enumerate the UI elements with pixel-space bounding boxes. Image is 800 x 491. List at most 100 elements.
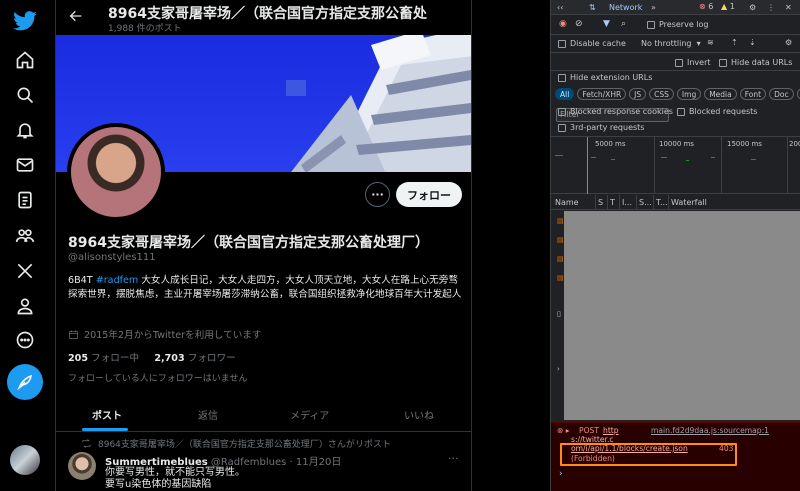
tab-media[interactable]: メディア — [290, 407, 329, 422]
building-image — [286, 35, 471, 172]
third-party-checkbox[interactable]: 3rd-party requests — [558, 123, 644, 132]
tab-posts[interactable]: ポスト — [92, 407, 122, 422]
network-toolbar-2: Disable cache No throttling ▾ ≋ ⇡ ⇣ ⚙ — [551, 35, 800, 53]
chevron-right-icon[interactable]: » — [651, 3, 656, 12]
chip-js[interactable]: JS — [629, 88, 647, 100]
resource-type-filters: AllFetch/XHRJSCSSImgMediaFontDocWS — [555, 88, 800, 100]
tab-network[interactable]: Network — [609, 3, 642, 12]
blocked-requests-label: Blocked requests — [689, 107, 758, 116]
search-icon[interactable] — [12, 82, 38, 108]
request-type-icon: ▤ — [557, 236, 564, 244]
invert-checkbox[interactable]: Invert — [675, 58, 711, 67]
column-name[interactable]: Name — [555, 198, 579, 207]
timeline-bar — [555, 155, 563, 156]
profile-handle: @alisonstyles111 — [68, 252, 156, 263]
chip-media[interactable]: Media — [704, 88, 737, 100]
chip-fetch-xhr[interactable]: Fetch/XHR — [577, 88, 627, 100]
post-count: 1,988 件のポスト — [108, 24, 182, 34]
chip-all[interactable]: All — [555, 88, 575, 100]
followers-label: フォロワー — [184, 353, 236, 364]
blocked-response-cookies-checkbox[interactable]: Blocked response cookies — [558, 107, 673, 116]
record-icon[interactable]: ◉ — [559, 19, 567, 29]
hashtag-link[interactable]: #radfem — [96, 275, 139, 286]
gridline — [654, 137, 655, 194]
preserve-log-checkbox[interactable]: Preserve log — [647, 20, 709, 29]
hide-data-urls-checkbox[interactable]: Hide data URLs — [719, 58, 792, 67]
followers-link[interactable]: 2,703 フォロワー — [154, 353, 235, 364]
chip-ws[interactable]: WS — [796, 88, 800, 100]
more-options-button[interactable]: ··· — [365, 182, 390, 207]
follow-stats: 205 フォロー中 2,703 フォロワー — [68, 350, 236, 364]
throttling-select[interactable]: No throttling ▾ — [641, 39, 701, 48]
chip-doc[interactable]: Doc — [769, 88, 794, 100]
communities-icon[interactable] — [12, 223, 38, 249]
column-waterfall[interactable]: Waterfall — [671, 198, 707, 207]
tab-replies[interactable]: 返信 — [198, 407, 218, 422]
follow-button[interactable]: フォロー — [396, 182, 462, 207]
tweet-line-1: 你要写男性，就不能只写男性。 — [105, 467, 245, 478]
tweet-text: 你要写男性，就不能只写男性。 要写u染色体的基因缺陷 — [105, 467, 245, 491]
expand-icon[interactable]: › — [557, 365, 560, 373]
request-type-icon: ▤ — [557, 255, 564, 263]
column-type[interactable]: T — [610, 198, 615, 207]
timeline-bar — [711, 157, 715, 158]
following-link[interactable]: 205 フォロー中 — [68, 353, 139, 364]
profile-top-bar: 8964支家哥屠宰场／（联合国官方指定支那公畜处 1,988 件のポスト — [56, 0, 471, 35]
x-icon[interactable] — [12, 258, 38, 284]
tweet-avatar[interactable] — [68, 452, 96, 480]
preserve-log-label: Preserve log — [659, 20, 709, 29]
throttling-value: No throttling — [641, 39, 692, 48]
download-icon[interactable]: ⇣ — [749, 38, 756, 47]
close-icon[interactable]: ✕ — [785, 3, 792, 12]
warning-badge[interactable]: ▲ 1 — [721, 2, 735, 11]
clear-icon[interactable]: ⊘ — [575, 19, 583, 29]
wifi-icon[interactable]: ≋ — [707, 38, 714, 47]
checkbox — [558, 123, 566, 132]
joined-date: 2015年2月からTwitterを利用しています — [68, 327, 262, 341]
back-arrow-icon[interactable] — [68, 8, 84, 24]
request-method: POST — [579, 426, 600, 435]
chevron-left-icon[interactable]: ‹‹ — [557, 3, 563, 12]
compose-post-button[interactable] — [7, 364, 43, 400]
home-icon[interactable] — [12, 47, 38, 73]
blocked-requests-checkbox[interactable]: Blocked requests — [677, 107, 757, 116]
error-badge[interactable]: ⊗ 6 — [699, 2, 713, 11]
more-icon[interactable] — [12, 327, 38, 353]
chip-img[interactable]: Img — [676, 88, 702, 100]
console-prompt[interactable]: › — [559, 469, 563, 479]
timeline-bar — [661, 157, 667, 158]
network-settings-icon[interactable]: ⚙ — [785, 38, 792, 47]
filter-icon[interactable]: ▼ — [603, 19, 610, 29]
network-overview[interactable]: 5000 ms 10000 ms 15000 ms 200 — [551, 137, 800, 194]
disable-cache-checkbox[interactable]: Disable cache — [558, 39, 626, 48]
checkbox — [558, 39, 566, 48]
tab-likes[interactable]: いいね — [404, 407, 434, 422]
chip-font[interactable]: Font — [739, 88, 767, 100]
column-initiator[interactable]: I... — [622, 198, 632, 207]
tweet-more-button[interactable]: ··· — [448, 452, 459, 465]
column-time[interactable]: T... — [656, 198, 668, 207]
checkbox — [647, 20, 655, 29]
profile-icon[interactable] — [12, 293, 38, 319]
devtools-panel: ‹‹ ⇅ Network » ⊗ 6 ▲ 1 ⚙ ⋮ ✕ ◉ ⊘ ▼ ⌕ Pre… — [550, 0, 800, 491]
profile-avatar[interactable] — [67, 123, 165, 221]
account-avatar[interactable] — [10, 445, 40, 475]
disable-cache-label: Disable cache — [570, 39, 626, 48]
search-network-icon[interactable]: ⌕ — [621, 19, 626, 29]
gear-icon[interactable]: ⚙ — [749, 3, 756, 12]
bell-icon[interactable] — [12, 117, 38, 143]
column-status[interactable]: S — [598, 198, 603, 207]
kebab-menu-icon[interactable]: ⋮ — [767, 3, 775, 12]
hide-data-urls-label: Hide data URLs — [731, 58, 793, 67]
column-size[interactable]: S... — [639, 198, 652, 207]
hide-extension-urls-checkbox[interactable]: Hide extension URLs — [558, 73, 652, 82]
twitter-bird-icon[interactable] — [12, 8, 38, 34]
chip-css[interactable]: CSS — [649, 88, 674, 100]
panel-toggle-icon[interactable]: ▯ — [557, 310, 561, 318]
mail-icon[interactable] — [12, 152, 38, 178]
source-link[interactable]: main.fd2d9daa.js:sourcemap:1 — [651, 426, 769, 435]
request-url-link[interactable]: http — [603, 426, 619, 435]
joined-text: 2015年2月からTwitterを利用しています — [84, 330, 262, 341]
upload-icon[interactable]: ⇡ — [731, 38, 738, 47]
list-icon[interactable] — [12, 187, 38, 213]
